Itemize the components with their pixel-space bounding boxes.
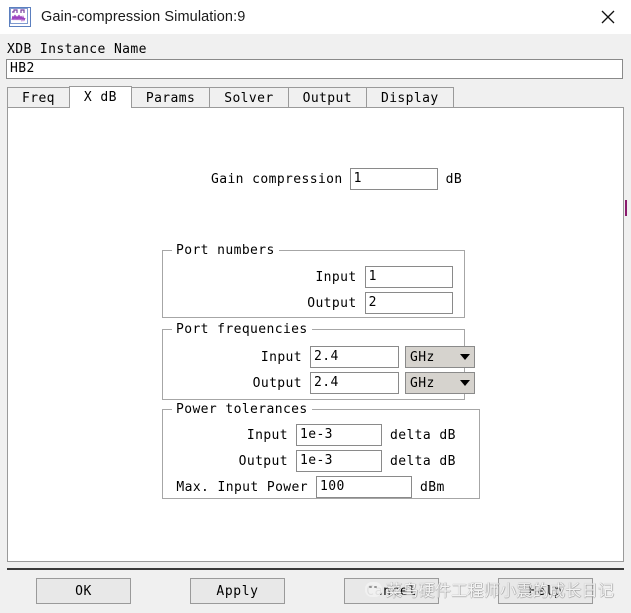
tab-x-db[interactable]: X dB <box>68 86 132 108</box>
edge-marker <box>625 200 627 216</box>
port-frequencies-input-row: Input 2.4 GHz <box>172 346 475 368</box>
port-frequencies-output-unit-value: GHz <box>410 375 435 391</box>
port-numbers-group: Port numbers Input 1 Output 2 <box>162 243 465 318</box>
port-numbers-output-field[interactable]: 2 <box>364 292 453 314</box>
chevron-down-icon <box>460 380 470 386</box>
port-frequencies-input-unit-value: GHz <box>410 349 435 365</box>
ok-button[interactable]: OK <box>36 578 131 604</box>
port-numbers-output-label: Output <box>307 295 357 311</box>
max-input-power-field[interactable]: 100 <box>316 476 412 498</box>
gain-compression-row: Gain compression 1 dB <box>211 168 462 190</box>
port-frequencies-title: Port frequencies <box>172 322 312 337</box>
gain-compression-input[interactable]: 1 <box>349 168 438 190</box>
port-numbers-input-row: Input 1 <box>213 266 453 288</box>
port-frequencies-input-label: Input <box>260 349 302 365</box>
max-input-power-row: Max. Input Power 100 dBm <box>168 476 445 498</box>
tab-display[interactable]: Display <box>365 87 454 108</box>
tab-params[interactable]: Params <box>130 87 211 108</box>
close-icon[interactable] <box>585 0 631 34</box>
gain-compression-unit: dB <box>445 171 463 187</box>
power-tolerances-input-field[interactable]: 1e-3 <box>296 424 382 446</box>
power-tolerances-input-label: Input <box>246 427 288 443</box>
gain-compression-label: Gain compression <box>211 171 343 187</box>
port-frequencies-output-row: Output 2.4 GHz <box>172 372 475 394</box>
max-input-power-suffix: dBm <box>420 479 445 495</box>
tab-freq[interactable]: Freq <box>7 87 70 108</box>
instance-name-input[interactable]: HB2 <box>6 59 623 79</box>
instance-name-label: XDB Instance Name <box>7 42 147 57</box>
window-title: Gain-compression Simulation:9 <box>41 9 246 25</box>
title-bar: Gain-compression Simulation:9 <box>0 0 631 34</box>
button-bar-separator <box>7 568 624 570</box>
tab-output[interactable]: Output <box>287 87 367 108</box>
port-frequencies-group: Port frequencies Input 2.4 GHz Output 2.… <box>162 322 475 400</box>
power-tolerances-input-row: Input 1e-3 delta dB <box>178 424 456 446</box>
waveform-icon <box>9 7 31 27</box>
power-tolerances-group: Power tolerances Input 1e-3 delta dB Out… <box>162 402 480 499</box>
power-tolerances-output-row: Output 1e-3 delta dB <box>178 450 456 472</box>
port-frequencies-output-unit-dropdown[interactable]: GHz <box>405 372 475 394</box>
power-tolerances-output-field[interactable]: 1e-3 <box>296 450 382 472</box>
port-frequencies-output-label: Output <box>252 375 302 391</box>
max-input-power-label: Max. Input Power <box>176 479 308 495</box>
tab-strip: Freq X dB Params Solver Output Display <box>7 86 624 108</box>
cancel-button[interactable]: Cancel <box>344 578 439 604</box>
power-tolerances-title: Power tolerances <box>172 402 312 417</box>
port-frequencies-output-field[interactable]: 2.4 <box>310 372 399 394</box>
port-numbers-input-label: Input <box>315 269 357 285</box>
port-frequencies-input-field[interactable]: 2.4 <box>310 346 399 368</box>
power-tolerances-output-label: Output <box>238 453 288 469</box>
power-tolerances-output-suffix: delta dB <box>390 453 456 469</box>
port-numbers-title: Port numbers <box>172 243 279 258</box>
apply-button[interactable]: Apply <box>190 578 285 604</box>
port-frequencies-input-unit-dropdown[interactable]: GHz <box>405 346 475 368</box>
port-numbers-output-row: Output 2 <box>213 292 453 314</box>
port-numbers-input-field[interactable]: 1 <box>364 266 453 288</box>
power-tolerances-input-suffix: delta dB <box>390 427 456 443</box>
tab-solver[interactable]: Solver <box>209 87 289 108</box>
chevron-down-icon <box>460 354 470 360</box>
help-button[interactable]: Help <box>498 578 593 604</box>
